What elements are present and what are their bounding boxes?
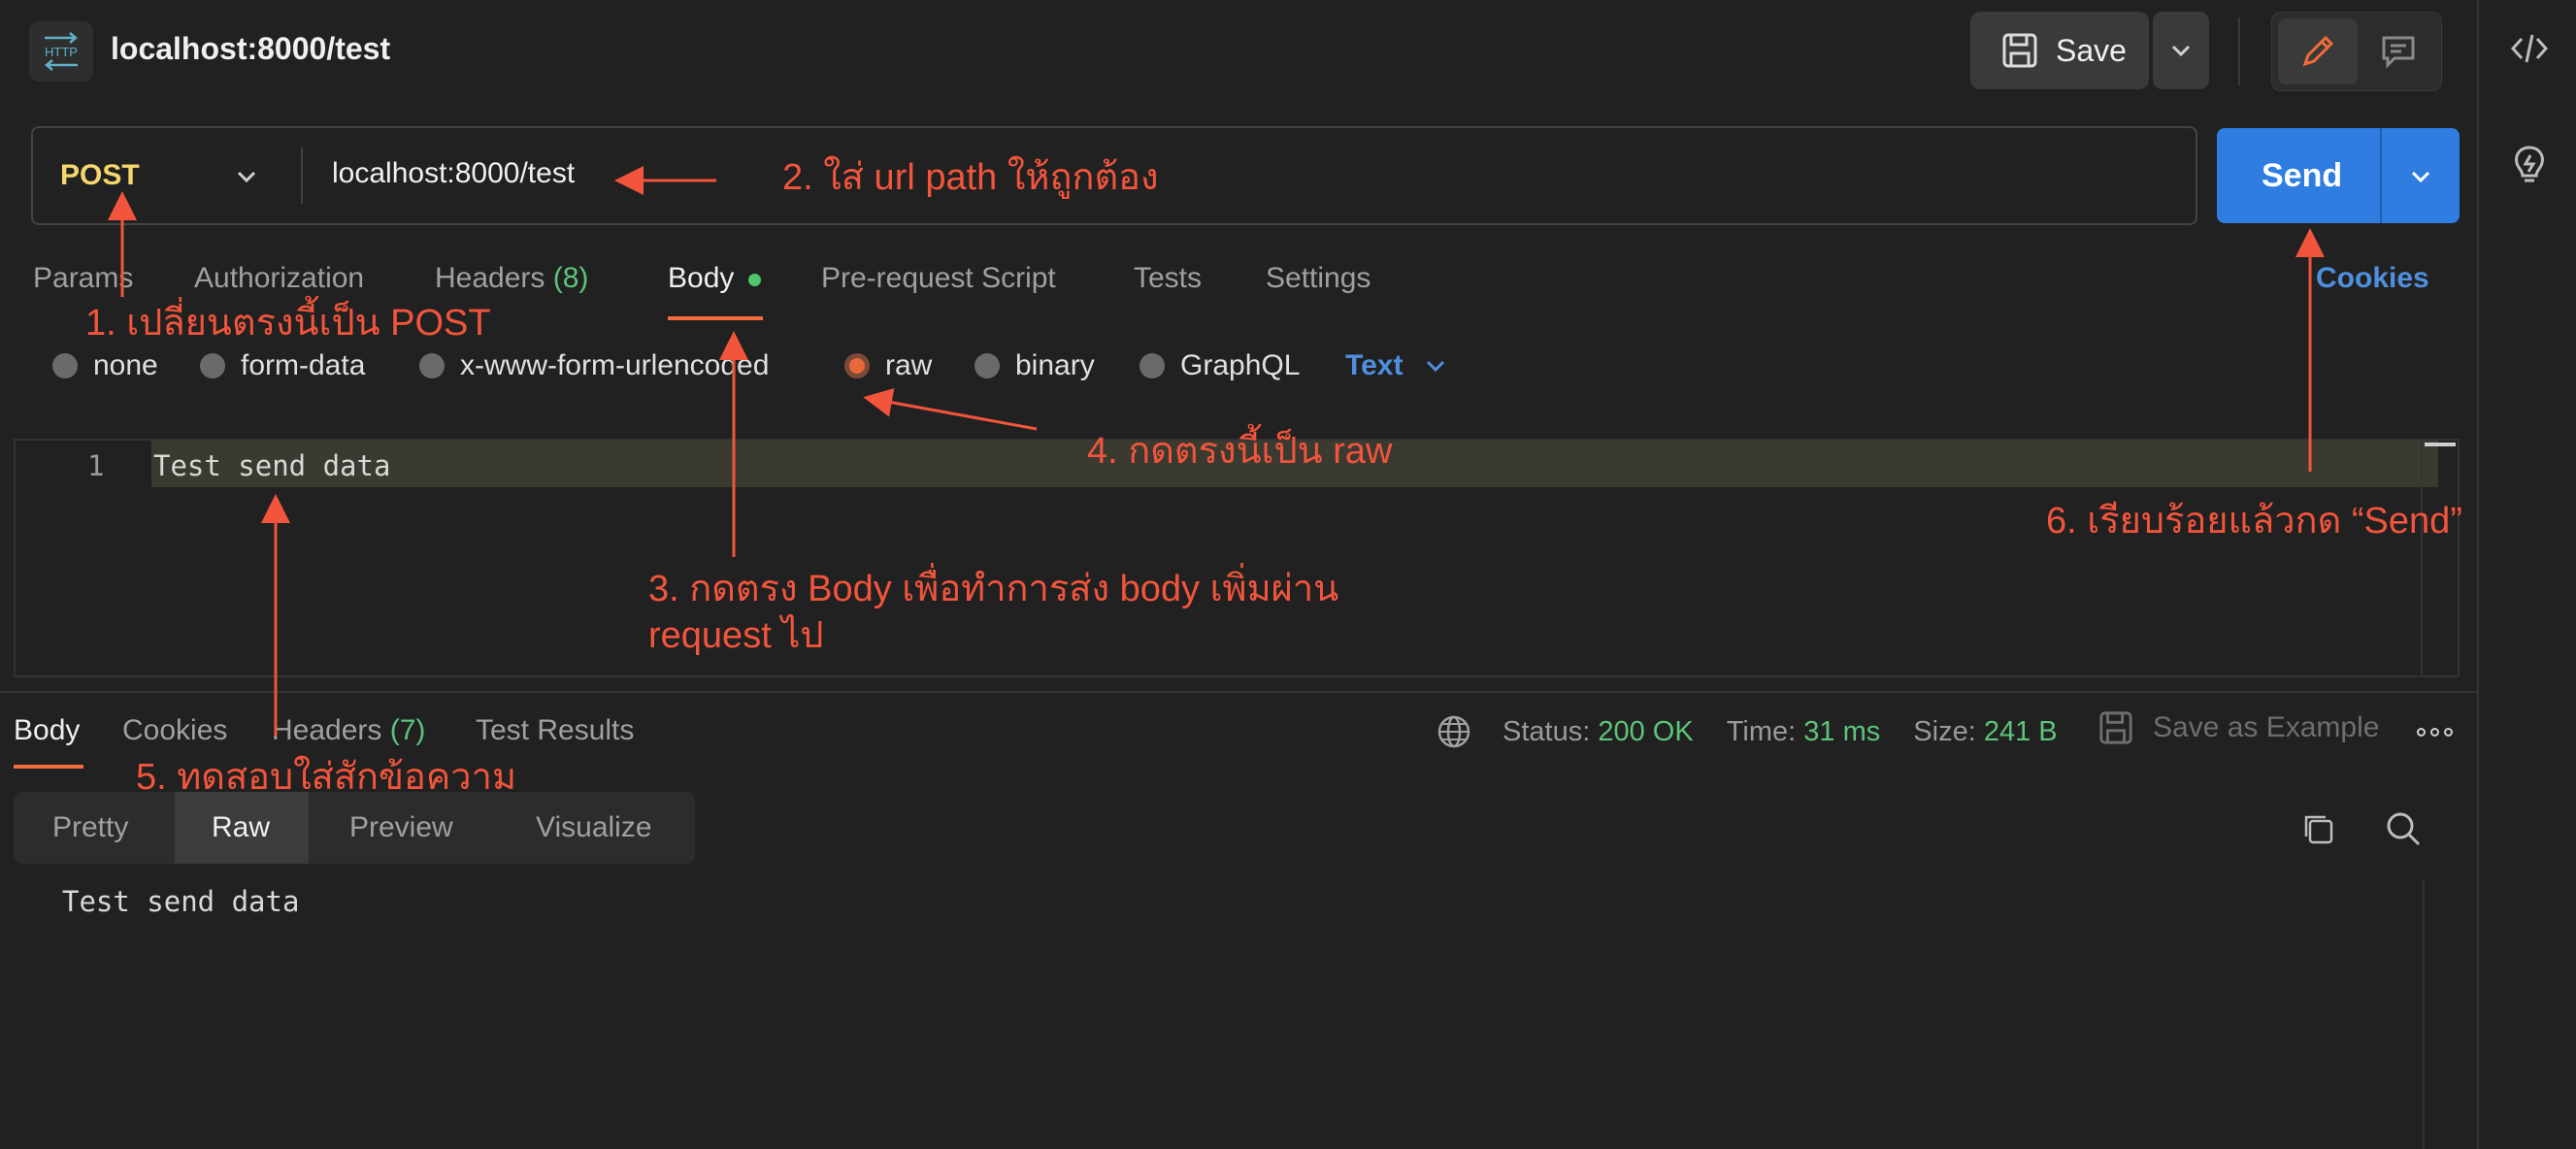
annotation-step-3: 3. กดตรง Body เพื่อทำการส่ง body เพิ่มผ่… [648,567,1338,659]
arrow-to-raw [863,387,1038,431]
annotation-step-5: 5. ทดสอบใส่สักข้อความ [136,757,517,798]
annotation-step-2: 2. ใส่ url path ให้ถูกต้อง [782,157,1159,198]
annotation-step-1: 1. เปลี่ยนตรงนี้เป็น POST [85,303,491,344]
annotation-step-6: 6. เรียบร้อยแล้วกด “Send” [2046,501,2462,542]
annotation-step-3-line1: 3. กดตรง Body เพื่อทำการส่ง body เพิ่มผ่… [648,569,1339,609]
annotation-step-4: 4. กดตรงนี้เป็น raw [1087,431,1393,472]
annotation-step-3-line2: request ไป [648,614,824,656]
